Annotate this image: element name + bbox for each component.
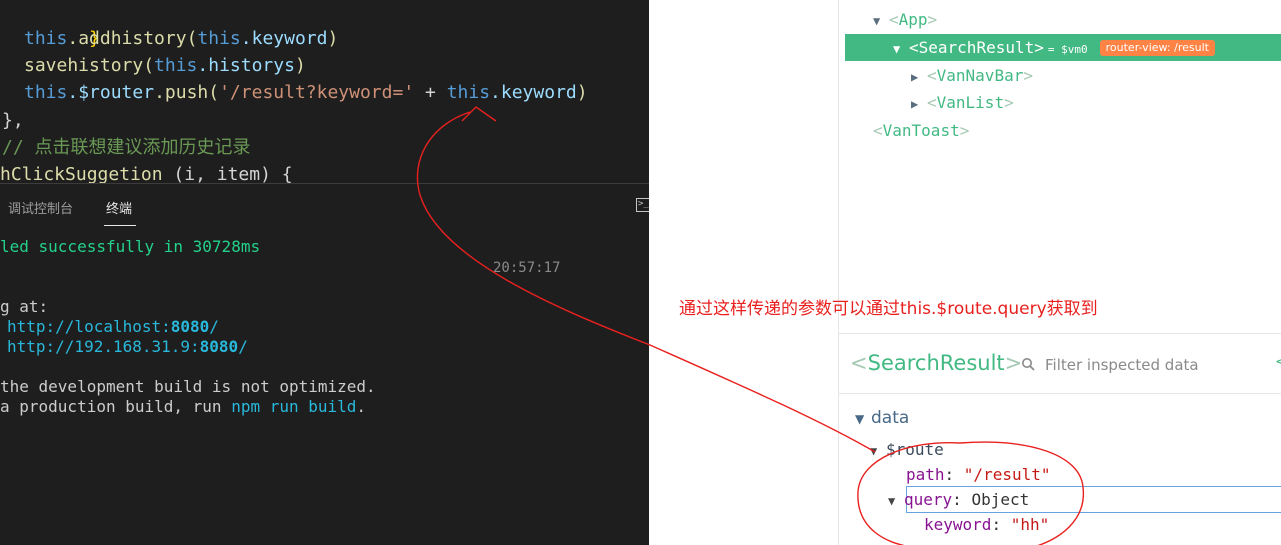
code-line-3: savehistory(this.historys) xyxy=(24,52,306,79)
operator: + xyxy=(414,82,447,103)
local-url[interactable]: http://localhost:8080/ xyxy=(7,317,219,337)
code-line-7: hClickSuggetion (i, item) { xyxy=(0,161,293,183)
annotation-text: 通过这样传递的参数可以通过this.$route.query获取到 xyxy=(679,299,1098,319)
compile-status: led successfully in 30728ms xyxy=(0,237,261,256)
vm-label: = $vm0 xyxy=(1047,43,1088,56)
method-call: savehistory( xyxy=(24,55,155,76)
section-data[interactable]: ▼ data xyxy=(855,406,909,431)
tab-debug-console[interactable]: 调试控制台 xyxy=(8,198,73,217)
prop-keyword: keyword: "hh" xyxy=(924,515,1050,534)
more-icon[interactable]: < xyxy=(1275,354,1281,370)
closing-brace: }, xyxy=(2,110,24,131)
method-call: .addhistory( xyxy=(67,28,198,49)
paren: ) xyxy=(576,82,588,103)
router-view-badge: router-view: /result xyxy=(1099,40,1215,56)
inspector-title: <SearchResult> xyxy=(850,351,1023,375)
tab-terminal[interactable]: 终端 xyxy=(106,198,132,217)
prop-path: path: "/result" xyxy=(906,465,1051,484)
code-line-6: // 点击联想建议添加历史记录 xyxy=(2,134,251,161)
expand-arrow-icon[interactable]: ▼ xyxy=(873,8,889,35)
property: .keyword xyxy=(490,82,577,103)
build-note-2: a production build, run npm run build. xyxy=(0,397,367,416)
tree-item-app[interactable]: ▼ <App> xyxy=(839,6,1281,33)
tree-item-searchresult[interactable]: ▼ <SearchResult> = $vm0 router-view: /resul… xyxy=(845,34,1281,61)
filter-input[interactable] xyxy=(1045,354,1270,376)
this-keyword: this xyxy=(154,55,198,76)
property: .keyword xyxy=(240,28,328,49)
build-note-1: the development build is not optimized. xyxy=(0,377,376,396)
code-editor[interactable]: } this.addhistory(this.keyword) savehist… xyxy=(0,0,649,183)
function-args: (i, item) { xyxy=(162,164,293,183)
inspector-header: <SearchResult> < xyxy=(839,334,1281,394)
paren: ) xyxy=(327,28,339,49)
search-icon xyxy=(1022,358,1035,371)
prop-route[interactable]: ▼ $route xyxy=(870,437,944,462)
this-keyword: this xyxy=(197,28,241,49)
terminal-icon[interactable]: >_ xyxy=(636,198,649,212)
tree-item-vanlist[interactable]: ▶ <VanList> xyxy=(839,89,1281,116)
this-keyword: this xyxy=(24,28,68,49)
paren: ) xyxy=(294,55,306,76)
function-name: hClickSuggetion xyxy=(0,164,163,183)
panel-tab-bar: 调试控制台 终端 >_ xyxy=(0,183,649,228)
compile-time: 20:57:17 xyxy=(493,260,561,276)
component-tree: ▼ <App> ▼ <SearchResult> = $vm0 router-view:… xyxy=(838,0,1281,333)
component-inspector: <SearchResult> < ▼data ▼$route path: "/r… xyxy=(838,333,1281,545)
this-keyword: this xyxy=(446,82,491,103)
string-literal: '/result?keyword=' xyxy=(219,82,415,103)
property: .$router xyxy=(67,82,155,103)
collapse-arrow-icon[interactable]: ▶ xyxy=(911,91,927,118)
tree-item-vannavbar[interactable]: ▶ <VanNavBar> xyxy=(839,62,1281,89)
tree-item-vantoast[interactable]: <VanToast> xyxy=(839,117,1281,144)
expand-arrow-icon[interactable]: ▼ xyxy=(893,36,909,63)
prop-query[interactable]: ▼ query: Object xyxy=(888,487,1029,512)
code-line-1: } xyxy=(24,0,100,49)
active-tab-indicator xyxy=(104,225,136,226)
network-url[interactable]: http://192.168.31.9:8080/ xyxy=(7,337,248,357)
property: .historys xyxy=(197,55,295,76)
code-line-4: this.$router.push('/result?keyword=' + t… xyxy=(24,79,588,106)
code-line-5: }, xyxy=(2,107,24,134)
this-keyword: this xyxy=(24,82,68,103)
collapse-arrow-icon[interactable]: ▶ xyxy=(911,64,927,91)
method-call: .push( xyxy=(154,82,220,103)
code-comment: // 点击联想建议添加历史记录 xyxy=(2,137,251,158)
code-line-2: this.addhistory(this.keyword) xyxy=(24,25,338,52)
running-at-label: g at: xyxy=(0,297,49,316)
vscode-panel: } this.addhistory(this.keyword) savehist… xyxy=(0,0,649,545)
